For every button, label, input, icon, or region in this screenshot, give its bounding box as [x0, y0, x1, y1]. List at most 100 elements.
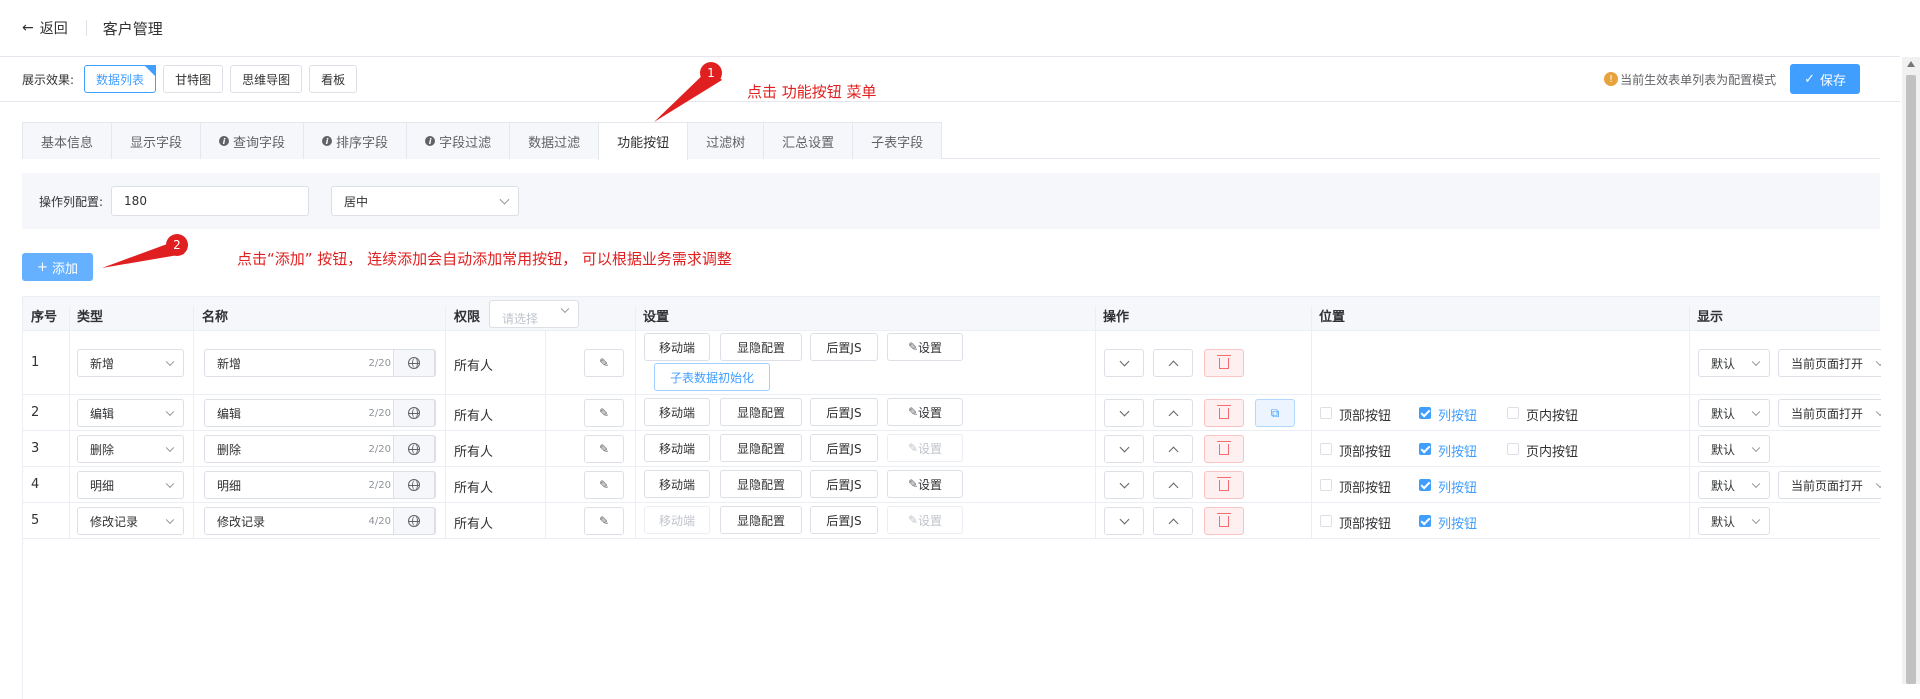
- copy-button[interactable]: ⧉: [1255, 399, 1295, 427]
- settings-button[interactable]: ✎ 设置: [887, 333, 963, 361]
- show-hide-config-button[interactable]: 显隐配置: [720, 434, 802, 462]
- mobile-button[interactable]: 移动端: [644, 470, 710, 498]
- translate-button[interactable]: [393, 471, 435, 499]
- top-button-checkbox[interactable]: [1320, 515, 1332, 527]
- move-up-button[interactable]: [1153, 507, 1193, 535]
- name-input[interactable]: 编辑 2/20: [204, 399, 436, 427]
- move-down-button[interactable]: [1104, 399, 1144, 427]
- open-mode-select[interactable]: 当前页面打开: [1778, 399, 1881, 427]
- name-input[interactable]: 删除 2/20: [204, 435, 436, 463]
- show-hide-config-button[interactable]: 显隐配置: [720, 506, 802, 534]
- table-empty-area: [23, 539, 1880, 699]
- permission-filter-select[interactable]: 请选择: [489, 300, 579, 328]
- name-input[interactable]: 修改记录 4/20: [204, 507, 436, 535]
- settings-button[interactable]: ✎ 设置: [887, 398, 963, 426]
- tab-2[interactable]: i 查询字段: [200, 122, 305, 159]
- delete-button[interactable]: [1204, 435, 1244, 463]
- tab-8[interactable]: 汇总设置: [763, 122, 854, 159]
- edit-permission-button[interactable]: ✎: [584, 399, 624, 427]
- top-button-checkbox[interactable]: [1320, 407, 1332, 419]
- open-mode-select[interactable]: 当前页面打开: [1778, 471, 1881, 499]
- move-down-button[interactable]: [1104, 349, 1144, 377]
- view-data-list-button[interactable]: 数据列表: [84, 65, 157, 93]
- add-button[interactable]: + 添加: [22, 253, 93, 281]
- name-input[interactable]: 明细 2/20: [204, 471, 436, 499]
- translate-button[interactable]: [393, 435, 435, 463]
- translate-button[interactable]: [393, 349, 435, 377]
- type-select[interactable]: 明细: [77, 471, 184, 499]
- table-header: 序号 类型 名称 权限 请选择 设置 操作 位置 显示: [23, 297, 1880, 340]
- edit-permission-button[interactable]: ✎: [584, 471, 624, 499]
- tab-5[interactable]: 数据过滤: [509, 122, 600, 159]
- move-down-button[interactable]: [1104, 507, 1144, 535]
- display-select[interactable]: 默认: [1698, 349, 1770, 377]
- tab-3[interactable]: i 排序字段: [303, 122, 408, 159]
- show-hide-config-button[interactable]: 显隐配置: [720, 333, 802, 361]
- move-up-button[interactable]: [1153, 435, 1193, 463]
- translate-button[interactable]: [393, 507, 435, 535]
- move-up-button[interactable]: [1153, 399, 1193, 427]
- name-input[interactable]: 新增 2/20: [204, 349, 436, 377]
- show-hide-config-button[interactable]: 显隐配置: [720, 398, 802, 426]
- list-button-checkbox[interactable]: [1419, 407, 1431, 419]
- delete-button[interactable]: [1204, 349, 1244, 377]
- tab-0[interactable]: 基本信息: [22, 122, 113, 159]
- show-hide-config-button[interactable]: 显隐配置: [720, 470, 802, 498]
- list-button-checkbox[interactable]: [1419, 515, 1431, 527]
- display-select[interactable]: 默认: [1698, 399, 1770, 427]
- op-column-width-input[interactable]: 180: [111, 186, 310, 216]
- type-select[interactable]: 编辑: [77, 399, 184, 427]
- settings-button[interactable]: ✎ 设置: [887, 506, 963, 534]
- back-button[interactable]: ← 返回: [22, 18, 68, 38]
- display-select[interactable]: 默认: [1698, 435, 1770, 463]
- mobile-button[interactable]: 移动端: [644, 333, 710, 361]
- edit-permission-button[interactable]: ✎: [584, 435, 624, 463]
- edit-permission-button[interactable]: ✎: [584, 349, 624, 377]
- tab-4[interactable]: i 字段过滤: [406, 122, 511, 159]
- settings-button[interactable]: ✎ 设置: [887, 434, 963, 462]
- post-js-button[interactable]: 后置JS: [810, 333, 878, 361]
- move-up-button[interactable]: [1153, 471, 1193, 499]
- post-js-button[interactable]: 后置JS: [810, 398, 878, 426]
- edit-permission-button[interactable]: ✎: [584, 507, 624, 535]
- view-kanban-button[interactable]: 看板: [309, 65, 358, 93]
- delete-button[interactable]: [1204, 507, 1244, 535]
- post-js-button[interactable]: 后置JS: [810, 434, 878, 462]
- translate-button[interactable]: [393, 399, 435, 427]
- mobile-button[interactable]: 移动端: [644, 398, 710, 426]
- tab-1[interactable]: 显示字段: [111, 122, 202, 159]
- delete-button[interactable]: [1204, 471, 1244, 499]
- vertical-scrollbar[interactable]: [1902, 57, 1920, 684]
- list-button-checkbox[interactable]: [1419, 479, 1431, 491]
- tab-6[interactable]: 功能按钮: [598, 122, 689, 160]
- settings-button[interactable]: ✎ 设置: [887, 470, 963, 498]
- tab-9[interactable]: 子表字段: [852, 122, 943, 159]
- type-select[interactable]: 新增: [77, 349, 184, 377]
- subtable-init-button[interactable]: 子表数据初始化: [654, 363, 770, 391]
- move-up-button[interactable]: [1153, 349, 1193, 377]
- type-select[interactable]: 修改记录: [77, 507, 184, 535]
- view-mindmap-button[interactable]: 思维导图: [230, 65, 303, 93]
- display-select[interactable]: 默认: [1698, 507, 1770, 535]
- post-js-button[interactable]: 后置JS: [810, 470, 878, 498]
- list-button-checkbox[interactable]: [1419, 443, 1431, 455]
- view-gantt-button[interactable]: 甘特图: [163, 65, 224, 93]
- move-down-button[interactable]: [1104, 435, 1144, 463]
- move-down-button[interactable]: [1104, 471, 1144, 499]
- scrollbar-thumb[interactable]: [1906, 75, 1916, 684]
- save-button[interactable]: ✓ 保存: [1790, 64, 1860, 94]
- delete-button[interactable]: [1204, 399, 1244, 427]
- display-select[interactable]: 默认: [1698, 471, 1770, 499]
- top-button-checkbox[interactable]: [1320, 443, 1332, 455]
- scroll-up-icon[interactable]: [1907, 61, 1915, 67]
- tab-7[interactable]: 过滤树: [687, 122, 765, 159]
- mobile-button[interactable]: 移动端: [644, 506, 710, 534]
- post-js-button[interactable]: 后置JS: [810, 506, 878, 534]
- inpage-button-checkbox[interactable]: [1507, 443, 1519, 455]
- type-select[interactable]: 删除: [77, 435, 184, 463]
- op-column-align-select[interactable]: 居中: [331, 186, 520, 216]
- top-button-checkbox[interactable]: [1320, 479, 1332, 491]
- open-mode-select[interactable]: 当前页面打开: [1778, 349, 1881, 377]
- mobile-button[interactable]: 移动端: [644, 434, 710, 462]
- inpage-button-checkbox[interactable]: [1507, 407, 1519, 419]
